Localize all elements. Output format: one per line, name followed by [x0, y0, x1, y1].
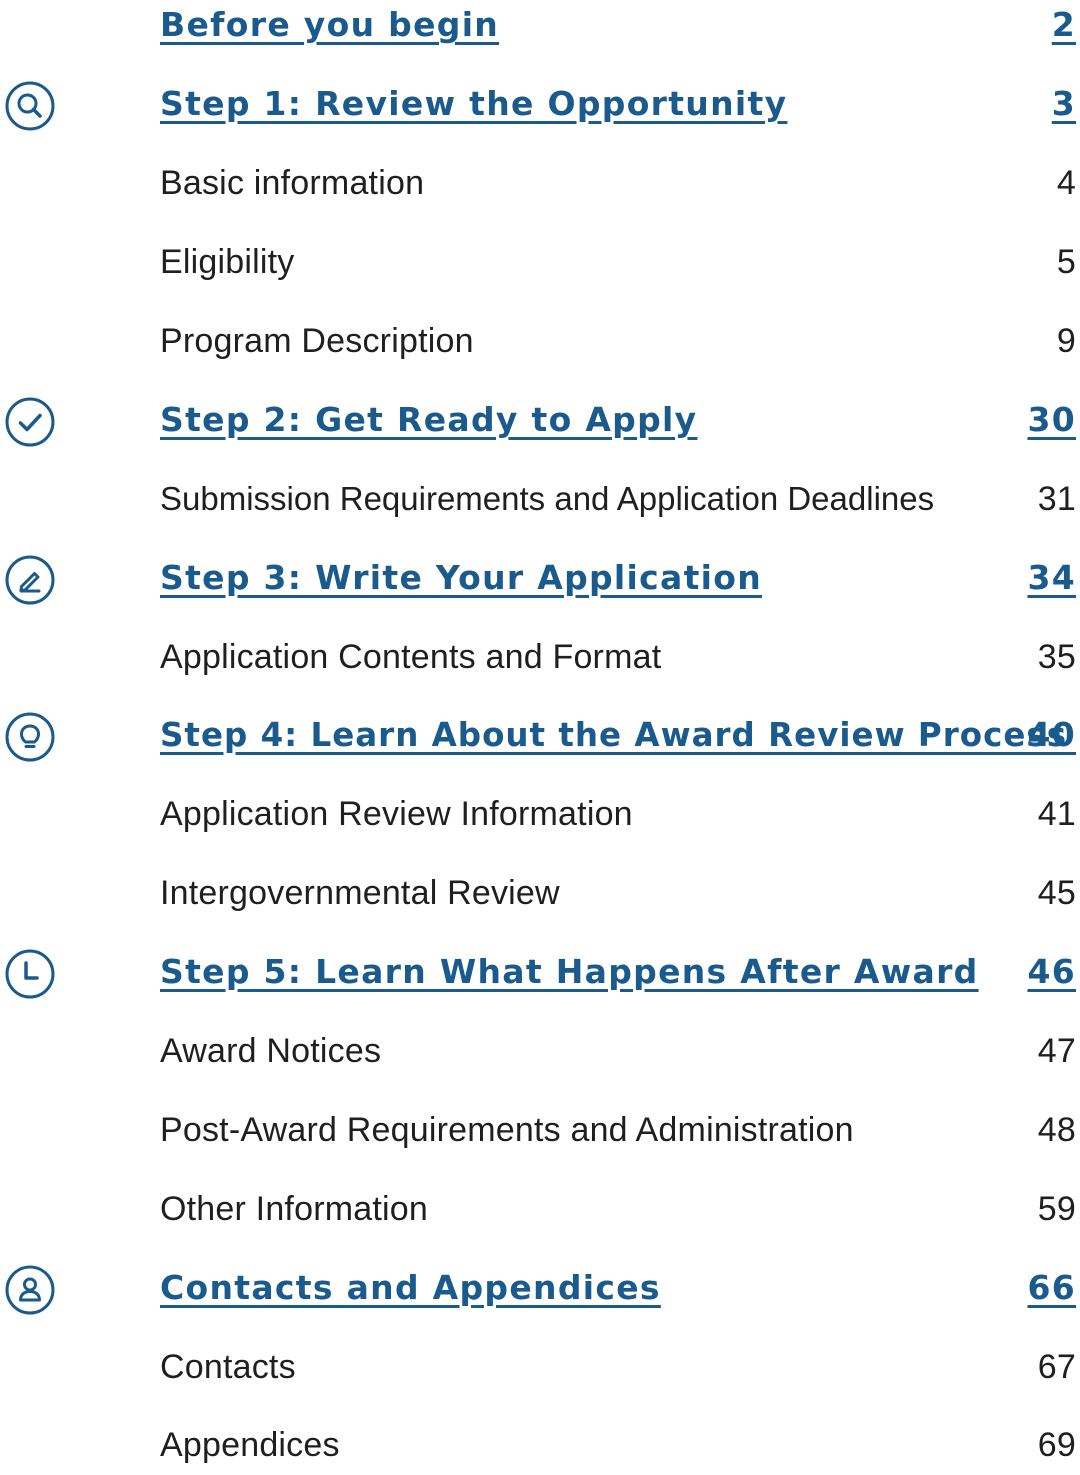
- toc-page-number[interactable]: 31: [1038, 469, 1076, 529]
- toc-item-title[interactable]: Award Notices: [160, 1021, 381, 1081]
- toc-item-application-review-information[interactable]: Application Review Information 41: [0, 784, 1080, 844]
- toc-item-title[interactable]: Submission Requirements and Application …: [160, 469, 934, 529]
- search-icon: [5, 81, 55, 131]
- toc-item-title[interactable]: Post-Award Requirements and Administrati…: [160, 1100, 854, 1160]
- toc-page-number[interactable]: 66: [1027, 1258, 1076, 1318]
- toc-item-title[interactable]: Program Description: [160, 311, 474, 371]
- toc-item-title[interactable]: Contacts: [160, 1337, 296, 1397]
- toc-item-eligibility[interactable]: Eligibility 5: [0, 232, 1080, 292]
- toc-page-number[interactable]: 69: [1038, 1415, 1076, 1475]
- toc-page-number[interactable]: 48: [1038, 1100, 1076, 1160]
- toc-heading-title[interactable]: Step 3: Write Your Application: [160, 548, 762, 608]
- lightbulb-icon: [5, 712, 55, 762]
- toc-item-basic-information[interactable]: Basic information 4: [0, 153, 1080, 213]
- toc-item-award-notices[interactable]: Award Notices 47: [0, 1021, 1080, 1081]
- toc-heading-title[interactable]: Step 2: Get Ready to Apply: [160, 390, 697, 450]
- checkmark-icon: [5, 397, 55, 447]
- toc-page-number[interactable]: 3: [1052, 74, 1076, 134]
- toc-item-title[interactable]: Application Review Information: [160, 784, 633, 844]
- toc-heading-title[interactable]: Contacts and Appendices: [160, 1258, 661, 1318]
- toc-heading-step-3[interactable]: Step 3: Write Your Application 34: [0, 548, 1080, 608]
- toc-heading-step-1[interactable]: Step 1: Review the Opportunity 3: [0, 74, 1080, 134]
- toc-heading-contacts-and-appendices[interactable]: Contacts and Appendices 66: [0, 1258, 1080, 1318]
- toc-page-number[interactable]: 47: [1038, 1021, 1076, 1081]
- toc-item-title[interactable]: Other Information: [160, 1179, 428, 1239]
- toc-heading-title[interactable]: Step 5: Learn What Happens After Award: [160, 942, 979, 1002]
- toc-page-number[interactable]: 46: [1027, 942, 1076, 1002]
- toc-item-title[interactable]: Application Contents and Format: [160, 627, 661, 687]
- toc-item-post-award-requirements[interactable]: Post-Award Requirements and Administrati…: [0, 1100, 1080, 1160]
- toc-page-number[interactable]: 67: [1038, 1337, 1076, 1397]
- toc-page-number[interactable]: 5: [1057, 232, 1076, 292]
- toc-item-appendices[interactable]: Appendices 69: [0, 1415, 1080, 1475]
- toc-page-number[interactable]: 2: [1052, 0, 1076, 55]
- toc-page-number[interactable]: 9: [1057, 311, 1076, 371]
- table-of-contents: Before you begin 2 Step 1: Review the Op…: [0, 0, 1080, 1464]
- toc-page-number[interactable]: 59: [1038, 1179, 1076, 1239]
- toc-page-number[interactable]: 34: [1027, 548, 1076, 608]
- toc-page-number[interactable]: 40: [1027, 705, 1076, 765]
- pencil-icon: [5, 555, 55, 605]
- toc-heading-step-2[interactable]: Step 2: Get Ready to Apply 30: [0, 390, 1080, 450]
- toc-page-number[interactable]: 30: [1027, 390, 1076, 450]
- person-icon: [5, 1265, 55, 1315]
- toc-page-number[interactable]: 35: [1038, 627, 1076, 687]
- toc-item-submission-requirements[interactable]: Submission Requirements and Application …: [0, 469, 1080, 529]
- toc-page-number[interactable]: 45: [1038, 863, 1076, 923]
- toc-item-title[interactable]: Basic information: [160, 153, 424, 213]
- clock-icon: [5, 949, 55, 999]
- toc-heading-title[interactable]: Step 1: Review the Opportunity: [160, 74, 787, 134]
- toc-item-title[interactable]: Eligibility: [160, 232, 294, 292]
- toc-item-intergovernmental-review[interactable]: Intergovernmental Review 45: [0, 863, 1080, 923]
- toc-item-contacts[interactable]: Contacts 67: [0, 1337, 1080, 1397]
- toc-heading-before-you-begin[interactable]: Before you begin 2: [0, 0, 1080, 55]
- toc-page-number[interactable]: 41: [1038, 784, 1076, 844]
- toc-heading-title[interactable]: Step 4: Learn About the Award Review Pro…: [160, 705, 1067, 765]
- toc-item-other-information[interactable]: Other Information 59: [0, 1179, 1080, 1239]
- toc-item-application-contents[interactable]: Application Contents and Format 35: [0, 627, 1080, 687]
- toc-page-number[interactable]: 4: [1057, 153, 1076, 213]
- toc-item-program-description[interactable]: Program Description 9: [0, 311, 1080, 371]
- toc-item-title[interactable]: Intergovernmental Review: [160, 863, 560, 923]
- toc-heading-step-5[interactable]: Step 5: Learn What Happens After Award 4…: [0, 942, 1080, 1002]
- toc-heading-step-4[interactable]: Step 4: Learn About the Award Review Pro…: [0, 705, 1080, 765]
- toc-heading-title[interactable]: Before you begin: [160, 0, 499, 55]
- toc-item-title[interactable]: Appendices: [160, 1415, 340, 1475]
